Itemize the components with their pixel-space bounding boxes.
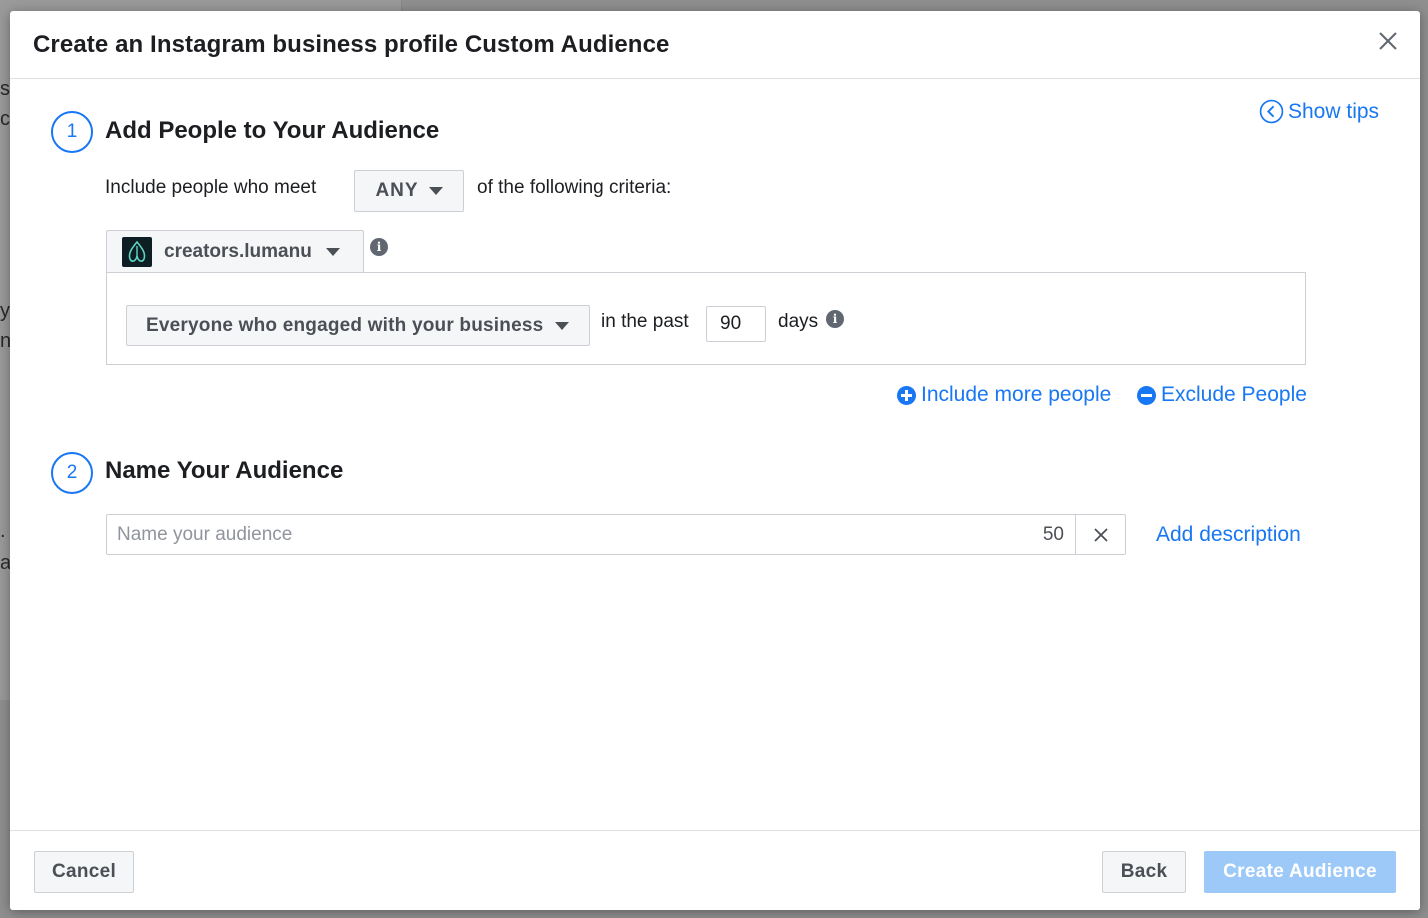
account-name: creators.lumanu xyxy=(164,240,312,262)
show-tips-label: Show tips xyxy=(1288,99,1380,123)
char-remaining-count: 50 xyxy=(1042,523,1064,545)
create-audience-button[interactable]: Create Audience xyxy=(1204,851,1396,893)
backdrop-text: c xyxy=(0,108,10,130)
exclude-people-link[interactable]: Exclude People xyxy=(1137,383,1307,407)
close-icon xyxy=(1379,32,1397,50)
minus-circle-icon xyxy=(1137,385,1156,405)
backdrop-text: s xyxy=(0,78,10,100)
audience-name-field: 50 xyxy=(106,514,1126,555)
engagement-type-dropdown[interactable]: Everyone who engaged with your business xyxy=(126,305,590,346)
back-button[interactable]: Back xyxy=(1102,851,1186,893)
custom-audience-dialog: Create an Instagram business profile Cus… xyxy=(10,11,1420,910)
step-2-indicator: 2 xyxy=(51,452,93,494)
close-button[interactable] xyxy=(1376,29,1400,53)
add-description-link[interactable]: Add description xyxy=(1156,523,1301,547)
audience-name-input[interactable] xyxy=(107,515,1043,554)
backdrop-text: y xyxy=(0,300,10,322)
clear-name-button[interactable] xyxy=(1075,515,1125,554)
cancel-button[interactable]: Cancel xyxy=(34,851,134,893)
include-prefix-text: Include people who meet xyxy=(105,177,317,198)
match-type-dropdown[interactable]: ANY xyxy=(354,170,464,212)
dialog-footer: Cancel Back Create Audience xyxy=(10,830,1420,910)
account-selector[interactable]: creators.lumanu xyxy=(106,230,364,272)
info-icon[interactable]: i xyxy=(826,310,844,328)
days-label: days xyxy=(778,311,819,332)
include-more-people-link[interactable]: Include more people xyxy=(897,383,1111,407)
in-the-past-text: in the past xyxy=(601,311,689,332)
info-icon[interactable]: i xyxy=(370,238,388,256)
close-icon xyxy=(1093,527,1108,542)
lumanu-logo-icon xyxy=(128,240,146,262)
account-avatar xyxy=(122,236,152,267)
caret-down-icon xyxy=(428,187,443,195)
include-more-label: Include more people xyxy=(921,383,1112,406)
step-1-title: Add People to Your Audience xyxy=(105,117,440,144)
step-1-indicator: 1 xyxy=(51,111,93,153)
plus-circle-icon xyxy=(897,385,916,405)
backdrop-text: . xyxy=(0,520,6,542)
exclude-label: Exclude People xyxy=(1161,383,1307,406)
dialog-header: Create an Instagram business profile Cus… xyxy=(10,11,1420,79)
criteria-panel: Everyone who engaged with your business … xyxy=(106,272,1306,365)
include-suffix-text: of the following criteria: xyxy=(477,177,672,198)
engagement-type-value: Everyone who engaged with your business xyxy=(146,314,544,336)
caret-down-icon xyxy=(325,247,340,256)
retention-days-input[interactable] xyxy=(706,306,766,342)
show-tips-link[interactable]: Show tips xyxy=(1259,99,1379,124)
match-type-value: ANY xyxy=(375,180,419,201)
step-2-title: Name Your Audience xyxy=(105,457,344,484)
dialog-title: Create an Instagram business profile Cus… xyxy=(33,31,670,58)
chevron-left-circle-icon xyxy=(1259,99,1284,124)
caret-down-icon xyxy=(555,321,570,330)
